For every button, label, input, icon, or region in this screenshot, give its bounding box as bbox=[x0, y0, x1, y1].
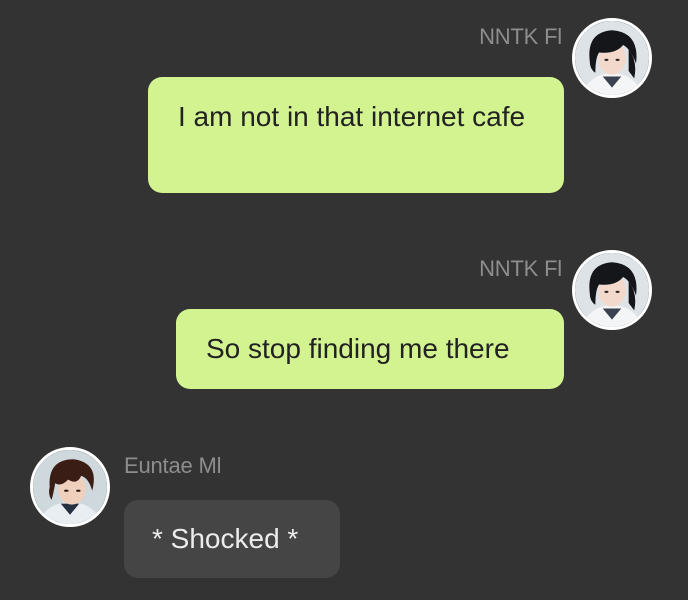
sender-name: NNTK Fl bbox=[479, 24, 562, 49]
avatar[interactable] bbox=[572, 250, 652, 330]
message-text: * Shocked * bbox=[152, 523, 299, 554]
avatar-boy-brown-hair-icon bbox=[33, 450, 107, 524]
avatar[interactable] bbox=[572, 18, 652, 98]
message-bubble[interactable]: * Shocked * bbox=[124, 500, 340, 578]
message-text: So stop finding me there bbox=[206, 333, 510, 364]
message-text: I am not in that internet cafe bbox=[178, 101, 526, 132]
message-bubble[interactable]: So stop finding me there bbox=[176, 309, 564, 389]
avatar-girl-dark-hair-icon bbox=[575, 253, 649, 327]
message-bubble[interactable]: I am not in that internet cafe bbox=[148, 77, 564, 193]
sender-name: NNTK Fl bbox=[479, 256, 562, 281]
avatar[interactable] bbox=[30, 447, 110, 527]
sender-name: Euntae Ml bbox=[124, 453, 222, 478]
avatar-girl-dark-hair-icon bbox=[575, 21, 649, 95]
